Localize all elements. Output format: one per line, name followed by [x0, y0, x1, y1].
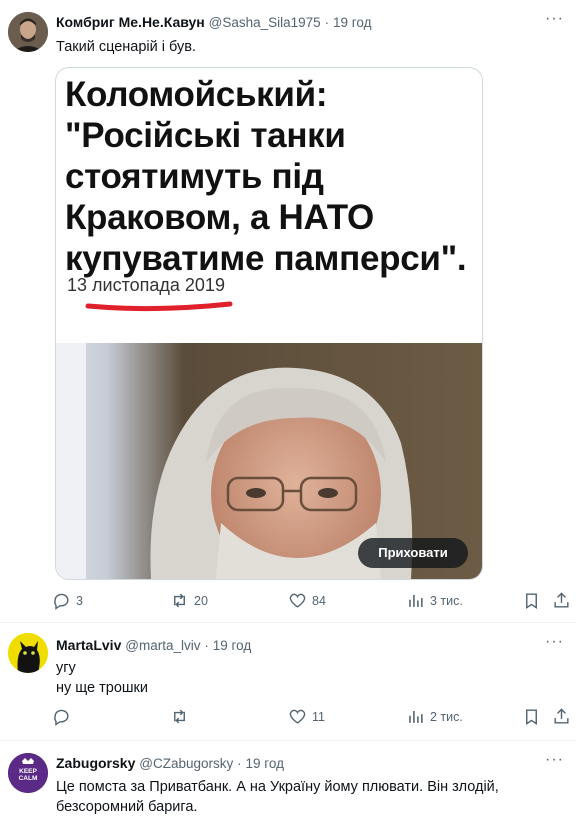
bookmark-button[interactable] [522, 591, 541, 610]
tweet-text: ну ще трошки [56, 680, 148, 696]
headline-line: "Російські танки [65, 116, 346, 155]
retweet-icon [174, 709, 185, 724]
like-count: 84 [312, 593, 326, 608]
like-icon [289, 593, 306, 608]
svg-text:KEEP: KEEP [19, 768, 37, 775]
views-button[interactable]: 2 тис. [406, 707, 463, 726]
hide-media-button[interactable]: Приховати [358, 538, 468, 568]
headline-line: Краковом, а НАТО [65, 198, 374, 237]
red-underline [85, 301, 233, 312]
author-name[interactable]: Комбриг Ме.Не.Кавун [56, 14, 205, 30]
retweet-icon [174, 593, 185, 608]
retweet-button[interactable] [170, 707, 194, 726]
author-name[interactable]: Zabugorsky [56, 755, 135, 771]
bookmark-icon [526, 593, 537, 609]
timestamp[interactable]: 19 год [213, 638, 251, 653]
avatar[interactable]: KEEP CALM [8, 753, 48, 793]
media-headline: Коломойський: "Російські танки стоятимут… [65, 74, 475, 279]
bookmark-button[interactable] [522, 707, 541, 726]
share-icon [554, 708, 569, 724]
more-icon[interactable]: ··· [545, 633, 564, 651]
avatar[interactable] [8, 633, 48, 673]
reply-icon [54, 593, 69, 610]
media-card[interactable]: Коломойський: "Російські танки стоятимут… [55, 67, 483, 580]
tweet[interactable]: KEEP CALM Zabugorsky @CZabugorsky · 19 г… [0, 741, 576, 823]
separator: · [204, 638, 209, 653]
share-button[interactable] [552, 707, 571, 726]
more-icon[interactable]: ··· [545, 10, 564, 28]
keep-calm-logo: KEEP CALM [8, 753, 48, 793]
views-icon [409, 710, 423, 723]
avatar[interactable] [8, 12, 48, 52]
retweet-button[interactable]: 20 [170, 591, 208, 610]
headline-line: стоятимуть під [65, 157, 324, 196]
views-count: 3 тис. [430, 593, 463, 608]
svg-text:CALM: CALM [19, 775, 38, 782]
reply-button[interactable]: 3 [52, 591, 83, 610]
timestamp[interactable]: 19 год [333, 15, 371, 30]
separator: · [237, 756, 242, 771]
headline-line: Коломойський: [65, 75, 328, 114]
author-name[interactable]: MartaLviv [56, 637, 121, 653]
share-icon [554, 592, 569, 608]
views-button[interactable]: 3 тис. [406, 591, 463, 610]
like-count: 11 [312, 709, 325, 724]
reply-icon [54, 709, 69, 726]
separator: · [324, 15, 330, 30]
tweet-text: угу [56, 660, 76, 676]
author-handle[interactable]: @Sasha_Sila1975 [209, 15, 321, 30]
author-handle[interactable]: @CZabugorsky [139, 756, 233, 771]
tweet-text: безсоромний барига. [56, 799, 198, 815]
tweet[interactable]: MartaLviv @marta_lviv · 19 год ··· угу н… [0, 623, 576, 740]
share-button[interactable] [552, 591, 571, 610]
bookmark-icon [526, 709, 537, 725]
headline-line: купуватиме памперси". [65, 239, 467, 278]
author-handle[interactable]: @marta_lviv [125, 638, 200, 653]
tweet-text: Це помста за Приватбанк. А на Україну йо… [56, 779, 499, 795]
avatar-photo [8, 12, 48, 52]
like-button[interactable]: 11 [288, 707, 325, 726]
reply-count: 3 [76, 593, 83, 608]
reply-button[interactable] [52, 707, 76, 726]
avatar-cat [8, 633, 48, 673]
retweet-count: 20 [194, 593, 208, 608]
timestamp[interactable]: 19 год [246, 756, 284, 771]
tweet[interactable]: Комбриг Ме.Не.Кавун @Sasha_Sila1975 · 19… [0, 0, 576, 622]
views-icon [409, 594, 423, 607]
more-icon[interactable]: ··· [545, 751, 564, 769]
tweet-text: Такий сценарій і був. [56, 39, 197, 55]
like-button[interactable]: 84 [288, 591, 326, 610]
like-icon [289, 709, 306, 724]
media-date: 13 листопада 2019 [67, 275, 225, 295]
views-count: 2 тис. [430, 709, 463, 724]
